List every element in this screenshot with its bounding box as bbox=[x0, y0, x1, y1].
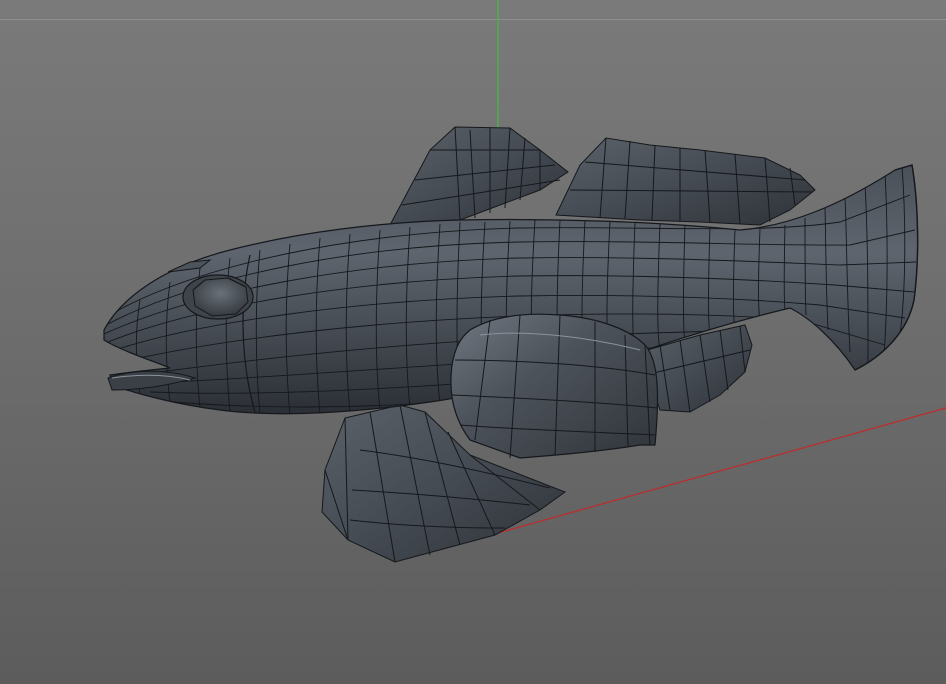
pectoral-fin[interactable] bbox=[450, 313, 659, 459]
fish-model[interactable] bbox=[103, 126, 919, 563]
3d-viewport[interactable] bbox=[0, 0, 946, 684]
scene-canvas[interactable] bbox=[0, 0, 946, 684]
dorsal-fin-front[interactable] bbox=[389, 126, 569, 226]
fish-eye[interactable] bbox=[182, 274, 254, 320]
dorsal-fin-rear[interactable] bbox=[555, 137, 816, 226]
